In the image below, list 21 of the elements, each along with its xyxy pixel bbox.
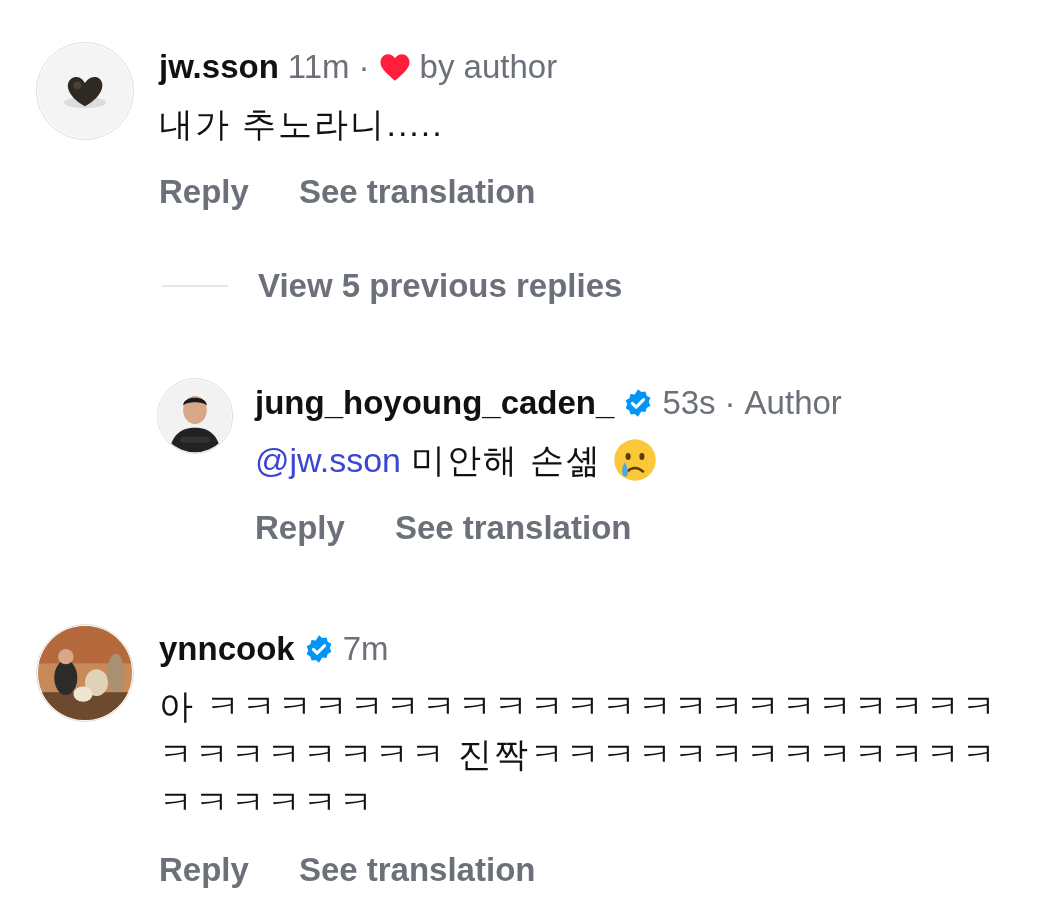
author-label: Author <box>744 383 842 423</box>
comment-action-link[interactable]: Reply <box>159 848 249 892</box>
comment-action-link[interactable]: See translation <box>298 848 536 892</box>
separator-dot: · <box>724 383 736 423</box>
username[interactable]: jung_hoyoung_caden_ <box>255 380 615 426</box>
comment-text: 내가 추노라니..... <box>159 104 444 145</box>
username[interactable]: ynncook <box>159 626 295 672</box>
liked-by-author-label: by author <box>419 47 558 87</box>
view-replies-link[interactable]: View 5 previous replies <box>258 264 623 308</box>
mention-link[interactable]: @jw.sson <box>255 436 401 484</box>
comment-text: 아 ㅋㅋㅋㅋㅋㅋㅋㅋㅋㅋㅋㅋㅋㅋㅋㅋㅋㅋㅋㅋㅋㅋㅋㅋㅋㅋㅋㅋㅋㅋ 진짝ㅋㅋㅋㅋㅋㅋㅋㅋㅋㅋㅋㅋㅋㅋㅋㅋㅋㅋㅋ <box>159 686 1000 823</box>
timestamp: 11m <box>287 47 350 87</box>
timestamp: 7m <box>342 629 389 669</box>
username[interactable]: jw.sson <box>159 44 279 90</box>
comment-action-link[interactable]: Reply <box>255 506 345 550</box>
comment-action-link[interactable]: Reply <box>159 170 249 214</box>
separator-dot: · <box>358 47 370 87</box>
comment-text: 미안해 손셺 <box>411 440 603 481</box>
comment-action-link[interactable]: See translation <box>298 170 536 214</box>
timestamp: 53s <box>662 383 716 423</box>
comment-action-link[interactable]: See translation <box>394 506 632 550</box>
